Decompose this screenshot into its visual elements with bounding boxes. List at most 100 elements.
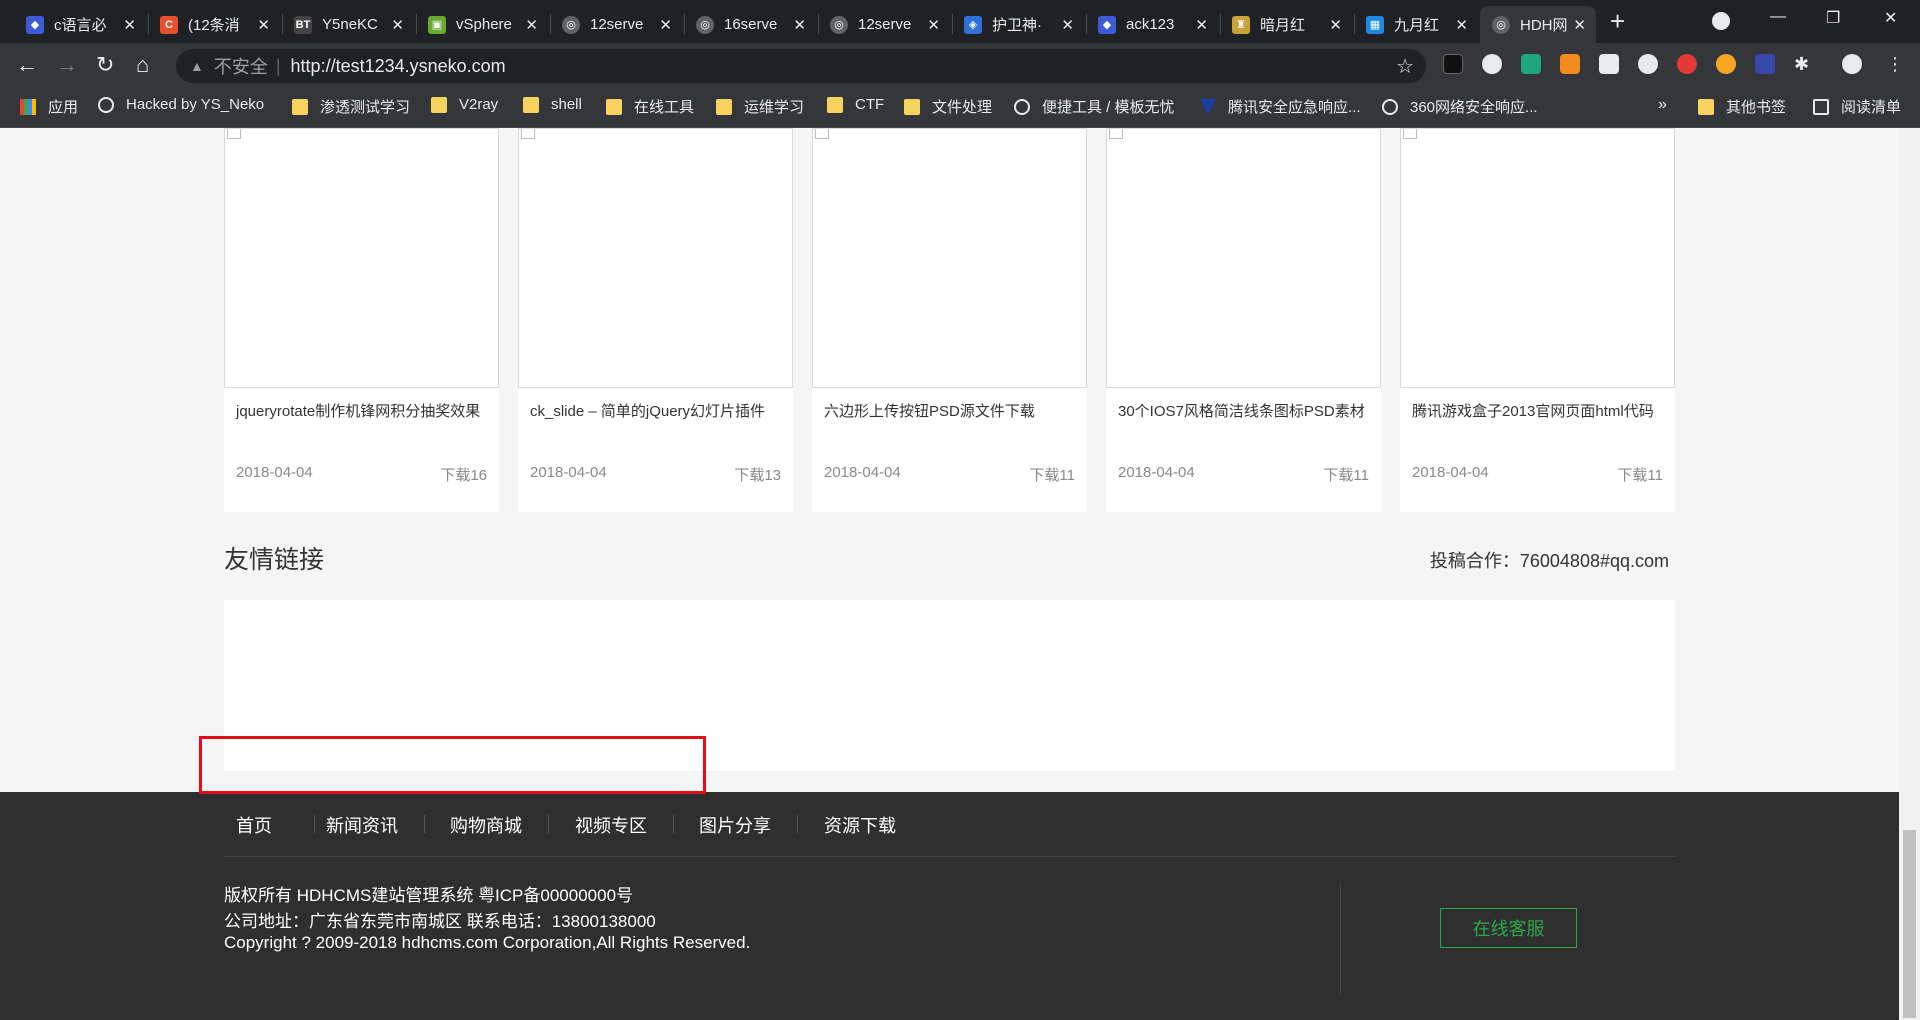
minimize-icon[interactable]: — [1770,8,1786,26]
extension-icon[interactable] [1755,54,1775,74]
resource-card[interactable]: jqueryrotate制作机锋网积分抽奖效果 2018-04-04 下载16 [224,128,499,512]
browser-tab[interactable]: C (12条消 ✕ [148,6,280,43]
home-icon[interactable]: ⌂ [136,51,149,79]
card-title[interactable]: ck_slide – 简单的jQuery幻灯片插件 [530,401,782,423]
other-bookmarks[interactable]: 其他书签 [1698,96,1786,117]
reload-icon[interactable]: ↻ [96,51,114,79]
close-icon[interactable]: ✕ [793,16,806,34]
tab-title: c语言必 [54,17,107,34]
close-icon[interactable]: ✕ [1061,16,1074,34]
address-bar[interactable]: ▲ 不安全 | http://test1234.ysneko.com ☆ [176,49,1426,83]
browser-tab[interactable]: ◆ ack123 ✕ [1086,6,1218,43]
divider [424,815,425,833]
bookmark-item[interactable]: 便捷工具 / 模板无忧 [1014,96,1175,117]
footer-nav-link[interactable]: 视频专区 [575,812,647,838]
close-icon[interactable]: ✕ [257,16,270,34]
scrollbar-thumb[interactable] [1903,830,1916,1018]
profile-menu-icon[interactable] [1712,12,1730,30]
extension-icon[interactable] [1482,54,1502,74]
resource-card[interactable]: 六边形上传按钮PSD源文件下载 2018-04-04 下载11 [812,128,1087,512]
bookmark-item[interactable]: CTF [827,96,884,113]
folder-icon [716,98,732,115]
tab-title: (12条消 [188,17,240,34]
bookmark-item[interactable]: shell [523,96,582,113]
back-icon[interactable]: ← [16,51,38,79]
close-icon[interactable]: ✕ [1329,16,1342,34]
browser-tab[interactable]: ▦ 九月红 ✕ [1354,6,1478,43]
card-title[interactable]: 30个IOS7风格简洁线条图标PSD素材 [1118,401,1370,423]
close-icon[interactable]: ✕ [1195,16,1208,34]
footer-nav-link[interactable]: 首页 [236,812,272,838]
browser-tab[interactable]: ◎ 12serve ✕ [818,6,950,43]
reading-list-icon [1813,98,1829,115]
extension-icon[interactable] [1521,54,1541,74]
extension-icon[interactable] [1638,54,1658,74]
card-thumbnail[interactable] [518,128,793,388]
tab-favicon-icon: ◆ [1098,15,1116,34]
new-tab-icon[interactable]: + [1610,8,1625,34]
bookmark-item[interactable]: V2ray [431,96,498,113]
footer-nav-link[interactable]: 购物商城 [450,812,522,838]
bookmark-star-icon[interactable]: ☆ [1396,54,1414,79]
close-icon[interactable]: ✕ [123,16,136,34]
browser-tab[interactable]: ◎ 12serve ✕ [550,6,682,43]
close-window-icon[interactable]: ✕ [1884,8,1897,28]
footer-nav-link[interactable]: 图片分享 [699,812,771,838]
warning-icon[interactable]: ▲ [190,58,204,74]
url-text[interactable]: http://test1234.ysneko.com [291,56,506,77]
extension-icon[interactable] [1443,54,1463,74]
copyright-english: Copyright ? 2009-2018 hdhcms.com Corpora… [224,933,751,952]
bookmark-label: 阅读清单 [1841,99,1902,116]
card-title[interactable]: 六边形上传按钮PSD源文件下载 [824,401,1076,423]
online-service-button[interactable]: 在线客服 [1440,908,1577,948]
card-title[interactable]: 腾讯游戏盒子2013官网页面html代码 [1412,401,1664,423]
browser-tab[interactable]: ♜ 暗月红 ✕ [1220,6,1352,43]
card-thumbnail[interactable] [1400,128,1675,388]
browser-tab-active[interactable]: ◎ HDH网 ✕ [1480,6,1596,43]
resource-card[interactable]: 腾讯游戏盒子2013官网页面html代码 2018-04-04 下载11 [1400,128,1675,512]
broken-image-icon [1403,129,1417,139]
bookmark-item[interactable]: 360网络安全响应... [1382,96,1538,117]
bookmark-item[interactable]: 文件处理 [904,96,992,117]
bookmark-item[interactable]: 在线工具 [606,96,694,117]
footer-nav-link[interactable]: 资源下载 [824,812,896,838]
card-thumbnail[interactable] [812,128,1087,388]
close-icon[interactable]: ✕ [659,16,672,34]
bookmark-item[interactable]: 腾讯安全应急响应... [1200,96,1361,117]
bookmark-item[interactable]: 渗透测试学习 [292,96,410,117]
browser-tab[interactable]: BT Y5neKC ✕ [282,6,414,43]
resource-card[interactable]: ck_slide – 简单的jQuery幻灯片插件 2018-04-04 下载1… [518,128,793,512]
close-icon[interactable]: ✕ [525,16,538,34]
card-title[interactable]: jqueryrotate制作机锋网积分抽奖效果 [236,401,488,423]
insecure-label: 不安全 [213,57,268,77]
resource-card[interactable]: 30个IOS7风格简洁线条图标PSD素材 2018-04-04 下载11 [1106,128,1381,512]
bookmark-item[interactable]: Hacked by YS_Neko [98,96,264,113]
bookmark-item[interactable]: 运维学习 [716,96,804,117]
reading-list[interactable]: 阅读清单 [1813,96,1901,117]
puzzle-icon[interactable]: ✱ [1794,54,1814,74]
card-date: 2018-04-04 [530,464,607,481]
close-icon[interactable]: ✕ [1455,16,1468,34]
close-icon[interactable]: ✕ [391,16,404,34]
extension-icon[interactable] [1599,54,1619,74]
card-thumbnail[interactable] [1106,128,1381,388]
footer-nav-link[interactable]: 新闻资讯 [326,812,398,838]
browser-tab[interactable]: ◆ c语言必 ✕ [14,6,146,43]
close-icon[interactable]: ✕ [1573,16,1586,34]
card-thumbnail[interactable] [224,128,499,388]
extension-icon[interactable] [1560,54,1580,74]
close-icon[interactable]: ✕ [927,16,940,34]
avatar[interactable] [1842,54,1862,74]
bookmark-label: 在线工具 [634,99,695,116]
browser-tab[interactable]: ▣ vSphere ✕ [416,6,548,43]
menu-dots-icon[interactable]: ⋮ [1886,54,1906,74]
adblock-icon[interactable] [1677,54,1697,74]
extension-icon[interactable] [1716,54,1736,74]
browser-tab[interactable]: ◈ 护卫神· ✕ [952,6,1084,43]
browser-tab[interactable]: ◎ 16serve ✕ [684,6,816,43]
bookmarks-overflow-button[interactable]: » [1658,96,1667,114]
bookmark-item[interactable]: 应用 [20,96,78,117]
forward-icon[interactable]: → [56,51,78,79]
divider [1340,884,1341,994]
restore-icon[interactable]: ❐ [1826,8,1840,28]
